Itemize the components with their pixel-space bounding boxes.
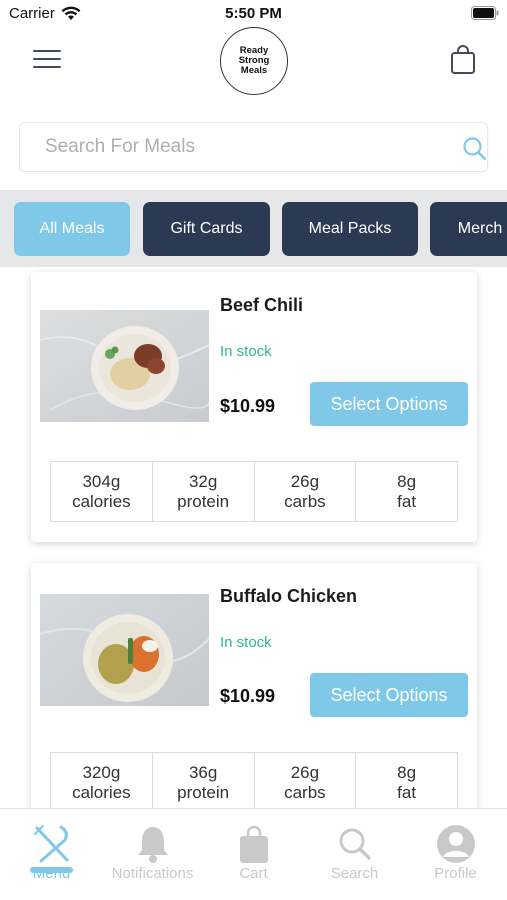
macro-label: carbs [284,491,326,511]
product-price: $10.99 [220,686,276,706]
macro-value: 32g [188,471,218,491]
macro-protein: 32g protein [153,462,255,521]
category-bar: All Meals Gift Cards Meal Packs Merch [0,190,507,267]
category-all-meals[interactable]: All Meals [14,202,130,256]
macro-value: 26g [290,471,320,491]
macro-label: fat [397,491,417,511]
macro-value: 320g [82,762,121,782]
tab-cart[interactable]: Cart [203,809,304,900]
bell-icon [102,824,203,864]
macro-label: calories [72,782,131,802]
category-gift-cards[interactable]: Gift Cards [143,202,270,256]
macro-label: carbs [284,782,326,802]
macro-table: 320g calories 36g protein 26g carbs 8g f… [50,752,458,813]
active-tab-indicator [30,867,73,873]
macro-value: 26g [290,762,320,782]
macro-carbs: 26g carbs [255,753,357,812]
product-card[interactable]: Beef Chili In stock $10.99 Select Option… [31,272,477,542]
brand-logo[interactable]: Ready Strong Meals [220,27,288,95]
category-merch[interactable]: Merch [430,202,507,256]
macro-value: 8g [397,762,417,782]
macro-label: fat [397,782,417,802]
product-name[interactable]: Beef Chili [220,295,303,316]
product-name[interactable]: Buffalo Chicken [220,586,357,607]
macro-value: 8g [397,471,417,491]
macro-table: 304g calories 32g protein 26g carbs 8g f… [50,461,458,522]
search-icon[interactable] [462,136,488,167]
tab-label: Profile [434,865,477,882]
macro-protein: 36g protein [153,753,255,812]
macro-label: calories [72,491,131,511]
tab-label: Cart [239,865,268,882]
macro-value: 36g [188,762,218,782]
tab-profile[interactable]: Profile [405,809,506,900]
macro-fat: 8g fat [356,753,457,812]
macro-value: 304g [82,471,121,491]
bottom-tab-bar: Menu Notifications Cart Search Profile [0,808,507,900]
stock-status: In stock [220,343,272,360]
product-image-buffalo-chicken[interactable] [40,594,209,706]
macro-carbs: 26g carbs [255,462,357,521]
product-card[interactable]: Buffalo Chicken In stock $10.99 Select O… [31,563,477,833]
macro-fat: 8g fat [356,462,457,521]
utensils-icon [1,824,102,864]
select-options-button[interactable]: Select Options [310,382,468,426]
macro-calories: 304g calories [51,462,153,521]
tab-notifications[interactable]: Notifications [102,809,203,900]
macro-label: protein [177,491,230,511]
user-icon [405,824,506,864]
stock-status: In stock [220,634,272,651]
select-options-button[interactable]: Select Options [310,673,468,717]
tab-label: Search [330,865,379,882]
status-bar: Carrier 5:50 PM [0,0,507,28]
shopping-bag-icon[interactable] [450,45,476,80]
tab-menu[interactable]: Menu [1,809,102,900]
tab-search[interactable]: Search [304,809,405,900]
hamburger-menu-icon[interactable] [33,50,61,72]
logo-text: Ready Strong Meals [238,45,270,76]
app-header: Ready Strong Meals [0,27,507,96]
product-image-beef-chili[interactable] [40,310,209,422]
category-meal-packs[interactable]: Meal Packs [282,202,418,256]
search-bar [19,122,488,172]
search-input[interactable] [45,123,445,171]
battery-icon [471,6,499,25]
clock-label: 5:50 PM [225,5,282,22]
product-price: $10.99 [220,396,276,416]
macro-label: protein [177,782,230,802]
search-icon [304,824,405,864]
tab-label: Notifications [111,865,194,882]
macro-calories: 320g calories [51,753,153,812]
shopping-bag-icon [203,824,304,864]
